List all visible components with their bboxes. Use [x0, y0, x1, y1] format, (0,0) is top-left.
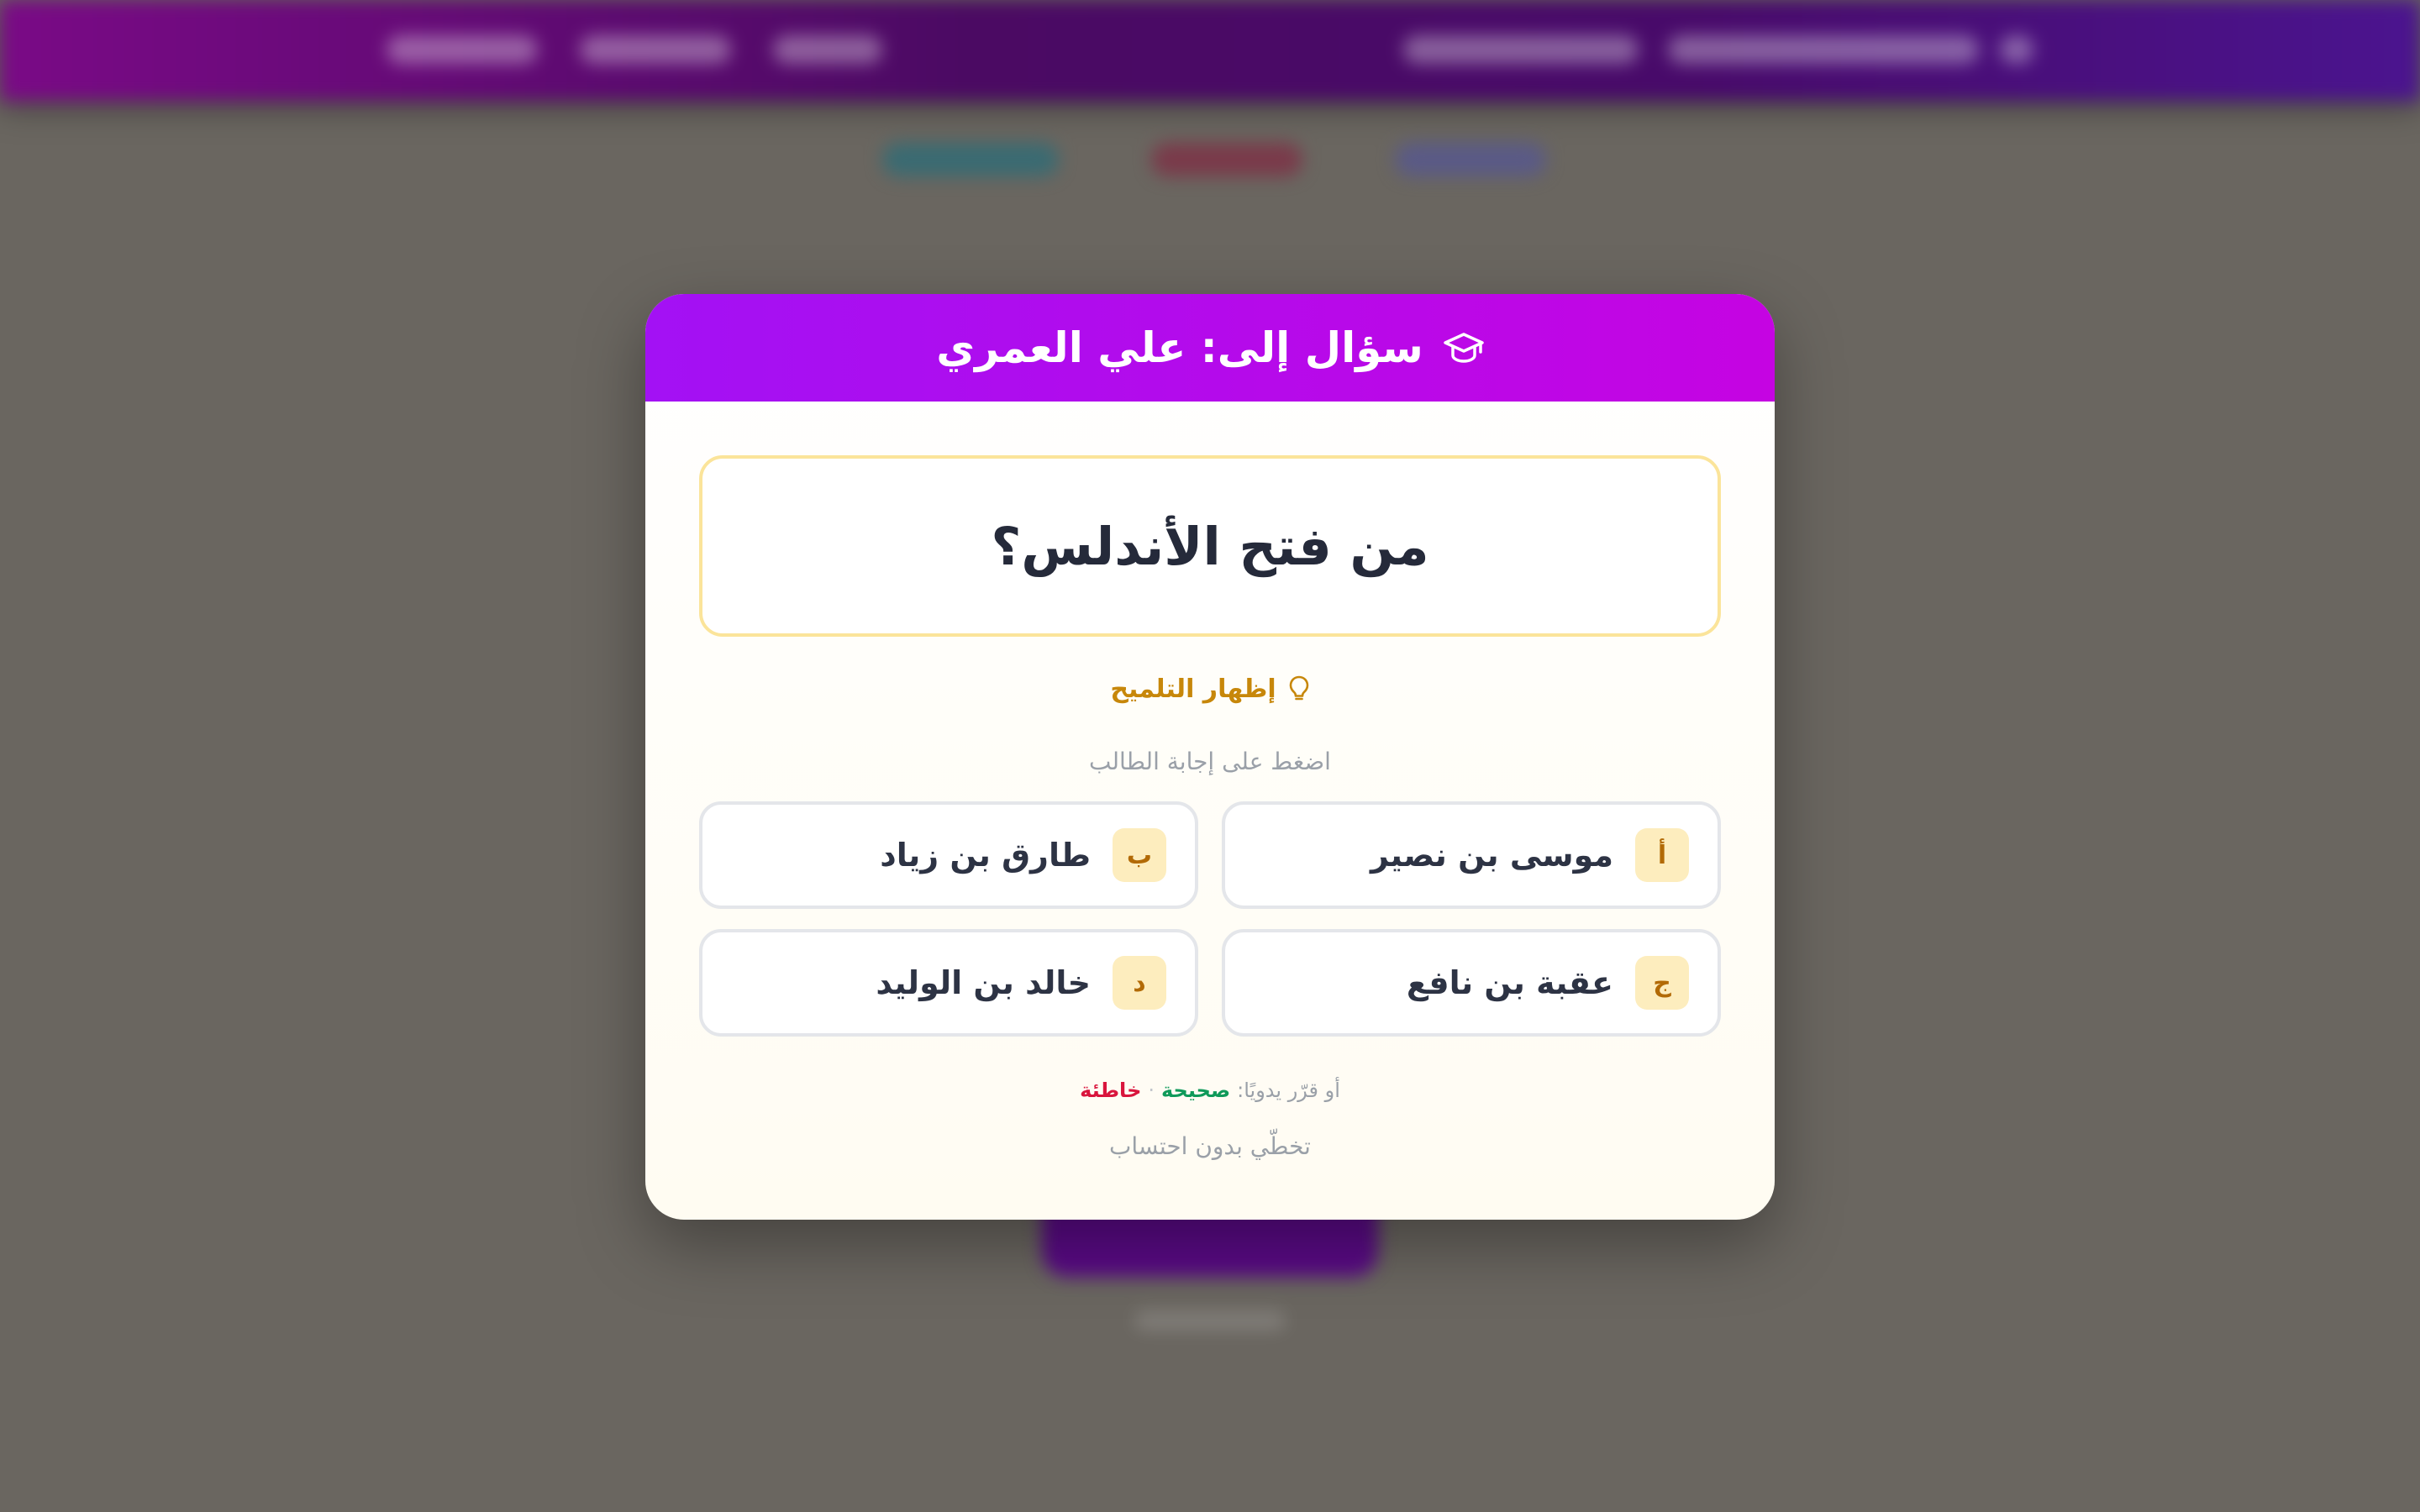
lightbulb-icon	[1288, 675, 1310, 703]
answer-option-b[interactable]: ب طارق بن زياد	[699, 801, 1198, 909]
question-card: من فتح الأندلس؟	[699, 455, 1721, 637]
answer-option-d[interactable]: د خالد بن الوليد	[699, 929, 1198, 1037]
graduation-cap-icon	[1444, 331, 1484, 365]
answer-option-a[interactable]: أ موسى بن نصير	[1222, 801, 1721, 909]
question-text: من فتح الأندلس؟	[991, 515, 1429, 577]
answer-options: أ موسى بن نصير ب طارق بن زياد ج عقبة بن …	[699, 801, 1721, 1038]
manual-decision-label: أو قرّر يدويًا:	[1237, 1079, 1340, 1102]
skip-without-scoring-link[interactable]: تخطّي بدون احتساب	[645, 1132, 1775, 1160]
mark-correct-button[interactable]: صحيحة	[1161, 1079, 1230, 1102]
background-tab	[1395, 143, 1546, 176]
background-nav-item	[773, 35, 882, 64]
background-nav-item	[1403, 35, 1639, 64]
background-nav-item	[580, 35, 731, 64]
instruction-text: اضغط على إجابة الطالب	[1089, 748, 1331, 775]
separator-dot: ·	[1148, 1079, 1155, 1102]
modal-header: سؤال إلى: علي العمري	[645, 294, 1775, 402]
hint-label: إظهار التلميح	[1110, 674, 1276, 704]
manual-decision-row: أو قرّر يدويًا: صحيحة · خاطئة	[645, 1074, 1775, 1107]
background-top-bar	[0, 0, 2420, 101]
background-tab	[1151, 143, 1302, 176]
show-hint-button[interactable]: إظهار التلميح	[645, 670, 1775, 707]
option-letter-badge: ب	[1113, 828, 1166, 882]
option-letter-badge: أ	[1635, 828, 1689, 882]
background-subtext	[1134, 1310, 1286, 1331]
background-nav-item	[387, 35, 538, 64]
background-tab	[882, 143, 1059, 176]
option-letter-badge: ج	[1635, 956, 1689, 1010]
option-text: موسى بن نصير	[1370, 837, 1613, 874]
background-nav-item	[1668, 35, 1979, 64]
background-avatar	[2000, 35, 2033, 64]
option-text: طارق بن زياد	[880, 837, 1091, 874]
option-letter-badge: د	[1113, 956, 1166, 1010]
option-text: خالد بن الوليد	[876, 964, 1091, 1001]
modal-title: سؤال إلى: علي العمري	[936, 323, 1423, 372]
answer-option-c[interactable]: ج عقبة بن نافع	[1222, 929, 1721, 1037]
mark-wrong-button[interactable]: خاطئة	[1080, 1079, 1141, 1102]
option-text: عقبة بن نافع	[1406, 964, 1613, 1001]
question-modal: سؤال إلى: علي العمري من فتح الأندلس؟ إظه…	[645, 294, 1775, 1220]
